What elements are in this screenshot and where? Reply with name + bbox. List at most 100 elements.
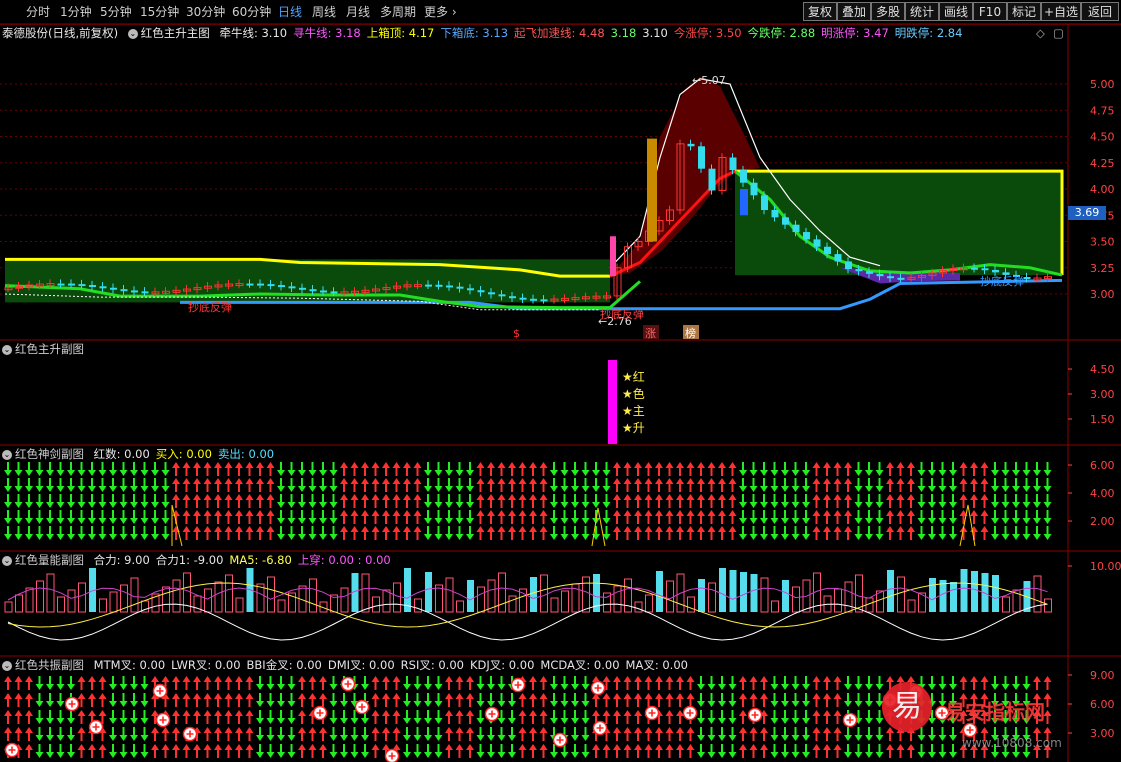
sub2-arrow xyxy=(949,494,957,508)
sub2-arrow xyxy=(749,478,758,492)
sub2-arrow xyxy=(655,526,663,540)
sub2-arrow xyxy=(487,462,495,476)
sub2-arrow xyxy=(88,478,96,492)
sub2-arrow xyxy=(88,494,96,508)
sub2-arrow xyxy=(1012,510,1020,524)
sub2-arrow xyxy=(991,462,999,476)
sub4-arrow xyxy=(539,676,548,690)
sub2-arrow xyxy=(392,462,401,476)
sub3-volume-bar xyxy=(267,576,275,613)
sub2-arrow xyxy=(98,478,107,492)
sub4-arrow xyxy=(476,710,485,724)
sub3-volume-bar xyxy=(508,595,517,613)
sub4-arrow xyxy=(938,676,947,690)
gold-signal-bar xyxy=(647,138,657,242)
sub2-arrow xyxy=(739,478,747,492)
candle-body xyxy=(981,268,989,271)
sub2-arrow xyxy=(235,478,243,492)
sub4-arrow xyxy=(655,727,663,741)
sub4-arrow xyxy=(382,676,390,690)
sub4-arrow xyxy=(308,693,317,707)
sub4-arrow xyxy=(644,693,653,707)
sub2-arrow xyxy=(571,510,579,524)
sub4-arrow xyxy=(413,744,422,758)
sub2-arrow xyxy=(907,478,915,492)
sub2-arrow xyxy=(466,510,474,524)
sub3-tick: 10.00 xyxy=(1090,560,1121,573)
sub2-arrow xyxy=(46,494,54,508)
sub2-arrow xyxy=(88,526,96,540)
sub2-arrow xyxy=(245,494,254,508)
sub2-arrow xyxy=(256,462,264,476)
sub4-arrow xyxy=(760,744,768,758)
sub4-arrow xyxy=(424,744,432,758)
sub4-arrow xyxy=(67,710,75,724)
sub2-arrow xyxy=(140,462,149,476)
sub2-arrow xyxy=(718,462,726,476)
sub4-arrow xyxy=(812,727,821,741)
candle-body xyxy=(57,283,65,286)
sub2-arrow xyxy=(224,526,233,540)
sub2-arrow xyxy=(182,526,191,540)
sub2-arrow xyxy=(739,494,747,508)
sub3-volume-bar xyxy=(235,597,244,613)
candle-body xyxy=(477,290,485,293)
sub2-arrow xyxy=(434,494,443,508)
chart-canvas[interactable]: 5.004.754.504.254.003.753.503.253.004.50… xyxy=(0,0,1121,762)
sub4-arrow xyxy=(476,693,485,707)
sub2-arrow xyxy=(35,478,44,492)
sub2-arrow xyxy=(875,510,884,524)
sub4-arrow xyxy=(56,744,65,758)
sub4-arrow xyxy=(665,744,674,758)
sub2-arrow xyxy=(109,510,117,524)
sub2-arrow xyxy=(476,494,485,508)
sub2-arrow xyxy=(266,462,275,476)
sub3-volume-bar xyxy=(750,574,758,612)
sub2-arrow xyxy=(896,526,905,540)
sub2-arrow xyxy=(707,478,716,492)
sub2-arrow xyxy=(455,462,464,476)
sub2-arrow xyxy=(329,526,338,540)
sub3-volume-bar xyxy=(67,589,76,613)
sub2-arrow xyxy=(539,494,548,508)
sub2-arrow xyxy=(770,478,779,492)
sub3-volume-bar xyxy=(46,573,55,613)
sub4-arrow xyxy=(403,693,411,707)
sub2-tick: 2.00 xyxy=(1090,515,1115,528)
sub3-volume-bar xyxy=(887,570,894,612)
sub2-arrow xyxy=(560,510,569,524)
sub3-volume-bar xyxy=(309,578,317,613)
sub2-arrow xyxy=(812,510,821,524)
sub2-arrow xyxy=(728,494,737,508)
sub2-arrow xyxy=(119,494,128,508)
sub4-arrow xyxy=(865,710,873,724)
sub2-arrow xyxy=(812,526,821,540)
sub2-arrow xyxy=(298,478,306,492)
sub4-arrow xyxy=(46,676,54,690)
sub2-arrow xyxy=(403,462,411,476)
sub4-arrow xyxy=(287,710,296,724)
sub4-arrow xyxy=(245,744,254,758)
sub4-arrow xyxy=(634,710,642,724)
sub2-tick: 6.00 xyxy=(1090,459,1115,472)
sub2-arrow xyxy=(35,510,44,524)
sub4-arrow xyxy=(203,744,212,758)
sub4-arrow xyxy=(854,693,863,707)
sub4-arrow xyxy=(581,676,590,690)
sub2-arrow xyxy=(550,494,558,508)
sub2-arrow xyxy=(917,510,926,524)
sub4-arrow xyxy=(539,693,548,707)
sub4-arrow xyxy=(865,693,873,707)
sub2-arrow xyxy=(623,526,632,540)
sub4-arrow xyxy=(718,710,726,724)
sub2-arrow xyxy=(634,478,642,492)
sub4-arrow xyxy=(161,727,170,741)
sub4-arrow xyxy=(224,676,233,690)
sub4-arrow xyxy=(245,676,254,690)
sub2-arrow xyxy=(350,510,359,524)
sub2-arrow xyxy=(634,462,642,476)
sub2-arrow xyxy=(1033,462,1041,476)
candle-body xyxy=(330,291,338,294)
sub4-arrow xyxy=(634,727,642,741)
sub4-arrow xyxy=(571,693,579,707)
